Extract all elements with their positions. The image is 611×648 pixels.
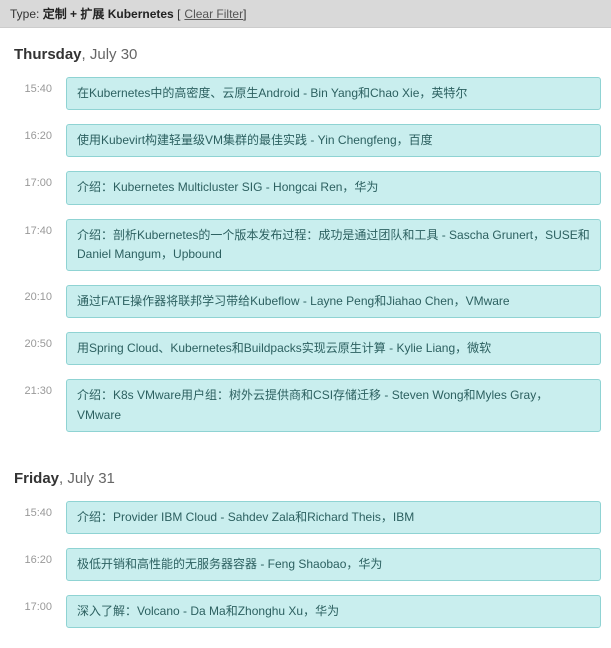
session-row: 16:20使用Kubevirt构建轻量级VM集群的最佳实践 - Yin Chen… (14, 124, 601, 157)
day-of-week: Thursday (14, 46, 82, 63)
session-time: 21:30 (14, 379, 66, 397)
session-row: 17:40介绍：剖析Kubernetes的一个版本发布过程：成功是通过团队和工具… (14, 219, 601, 271)
session-time: 15:40 (14, 501, 66, 519)
session-card[interactable]: 介绍：Provider IBM Cloud - Sahdev Zala和Rich… (66, 501, 601, 534)
session-time: 17:00 (14, 171, 66, 189)
session-row: 15:40在Kubernetes中的高密度、云原生Android - Bin Y… (14, 77, 601, 110)
schedule-list: Thursday, July 3015:40在Kubernetes中的高密度、云… (0, 28, 611, 648)
bracket-open: [ (177, 7, 180, 21)
session-row: 20:50用Spring Cloud、Kubernetes和Buildpacks… (14, 332, 601, 365)
session-time: 17:40 (14, 219, 66, 237)
session-card[interactable]: 介绍：Kubernetes Multicluster SIG - Hongcai… (66, 171, 601, 204)
session-row: 16:20极低开销和高性能的无服务器容器 - Feng Shaobao，华为 (14, 548, 601, 581)
day-header: Friday, July 31 (14, 470, 601, 487)
session-row: 20:10通过FATE操作器将联邦学习带给Kubeflow - Layne Pe… (14, 285, 601, 318)
session-time: 16:20 (14, 124, 66, 142)
session-time: 20:10 (14, 285, 66, 303)
session-card[interactable]: 极低开销和高性能的无服务器容器 - Feng Shaobao，华为 (66, 548, 601, 581)
session-card[interactable]: 使用Kubevirt构建轻量级VM集群的最佳实践 - Yin Chengfeng… (66, 124, 601, 157)
session-time: 17:00 (14, 595, 66, 613)
session-card[interactable]: 通过FATE操作器将联邦学习带给Kubeflow - Layne Peng和Ji… (66, 285, 601, 318)
clear-filter-link[interactable]: Clear Filter (184, 7, 243, 21)
session-card[interactable]: 在Kubernetes中的高密度、云原生Android - Bin Yang和C… (66, 77, 601, 110)
day-header: Thursday, July 30 (14, 46, 601, 63)
day-date: , July 31 (59, 470, 115, 487)
session-row: 17:00介绍：Kubernetes Multicluster SIG - Ho… (14, 171, 601, 204)
filter-bar: Type: 定制 + 扩展 Kubernetes [ Clear Filter] (0, 0, 611, 28)
session-row: 17:00深入了解：Volcano - Da Ma和Zhonghu Xu，华为 (14, 595, 601, 628)
session-card[interactable]: 介绍：K8s VMware用户组：树外云提供商和CSI存储迁移 - Steven… (66, 379, 601, 431)
day-block: Friday, July 31 15:40介绍：Provider IBM Clou… (0, 452, 611, 648)
session-card[interactable]: 深入了解：Volcano - Da Ma和Zhonghu Xu，华为 (66, 595, 601, 628)
session-row: 15:40介绍：Provider IBM Cloud - Sahdev Zala… (14, 501, 601, 534)
session-time: 20:50 (14, 332, 66, 350)
session-card[interactable]: 介绍：剖析Kubernetes的一个版本发布过程：成功是通过团队和工具 - Sa… (66, 219, 601, 271)
bracket-close: ] (243, 7, 246, 21)
day-date: , July 30 (82, 46, 138, 63)
day-of-week: Friday (14, 470, 59, 487)
day-block: Thursday, July 30 15:40在Kubernetes中的高密度、云… (0, 28, 611, 452)
session-time: 16:20 (14, 548, 66, 566)
session-time: 15:40 (14, 77, 66, 95)
filter-label: Type: (10, 7, 39, 21)
session-row: 21:30介绍：K8s VMware用户组：树外云提供商和CSI存储迁移 - S… (14, 379, 601, 431)
session-card[interactable]: 用Spring Cloud、Kubernetes和Buildpacks实现云原生… (66, 332, 601, 365)
filter-type: 定制 + 扩展 Kubernetes (43, 7, 174, 21)
